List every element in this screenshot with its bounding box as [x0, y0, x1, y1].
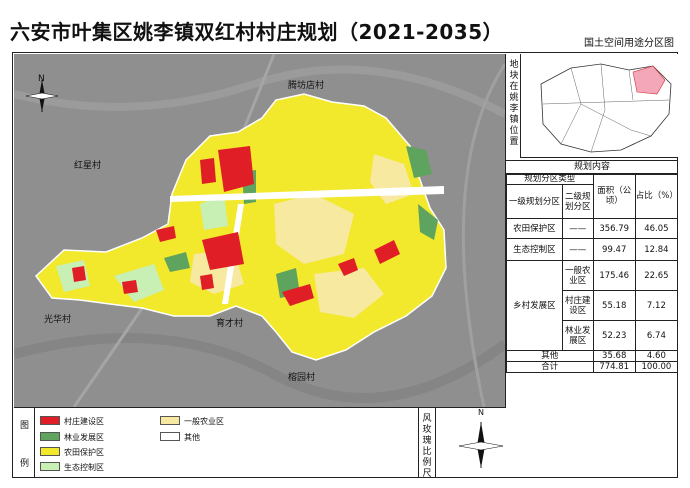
- legend-label-bottom: 例: [20, 459, 30, 469]
- legend-swatch-general-ag: [160, 416, 180, 425]
- village-label-tengfangdian: 腾坊店村: [288, 81, 325, 91]
- wind-rose-panel: 风玫瑰比例尺 N: [418, 408, 679, 479]
- col-level2: 二级规划分区: [561, 184, 594, 219]
- rose-label: 风玫瑰比例尺: [422, 414, 432, 479]
- village-label-yucai: 育才村: [216, 319, 244, 329]
- page-title: 六安市叶集区姚李镇双红村村庄规划（2021-2035）: [10, 20, 504, 44]
- legend-swatch-forestry: [40, 432, 60, 441]
- col-area: 面积（公顷）: [592, 173, 636, 219]
- village-label-guanghua: 光华村: [44, 315, 72, 325]
- legend-swatch-other: [160, 432, 180, 441]
- village-label-rongyuan: 榕园村: [288, 373, 316, 383]
- legend-swatch-village: [40, 416, 60, 425]
- table-row: 生态控制区 —— 99.47 12.84: [506, 238, 679, 261]
- locator-map[interactable]: [520, 54, 678, 158]
- map-subtitle: 国土空间用途分区图: [584, 38, 674, 49]
- map-svg: [14, 54, 505, 407]
- map-north-letter: N: [38, 74, 45, 84]
- table-row: 乡村发展区 一般农业区 175.46 22.65: [506, 260, 679, 351]
- legend-text-other: 其他: [184, 433, 200, 442]
- legend-text-farmland: 农田保护区: [64, 448, 104, 457]
- legend-label-top: 图: [20, 421, 30, 431]
- locator-label: 地块在姚李镇位置: [509, 60, 519, 147]
- table-row: 合计 774.81 100.00: [506, 361, 679, 373]
- group-header: 规划分区类型: [506, 173, 594, 185]
- col-pct: 占比（%）: [634, 173, 679, 219]
- table-row: 农田保护区 —— 356.79 46.05: [506, 218, 679, 239]
- legend-text-forestry: 林业发展区: [64, 433, 104, 442]
- legend-swatch-farmland: [40, 447, 60, 456]
- wind-rose-icon: [458, 422, 504, 468]
- legend-swatch-ecological: [40, 462, 60, 471]
- table-row: 其他 35.68 4.60: [506, 350, 679, 362]
- legend-text-ecological: 生态控制区: [64, 463, 104, 472]
- locator-svg: [540, 63, 672, 153]
- village-label-hongxing: 红星村: [74, 161, 102, 171]
- plan-table: 规划分区类型 面积（公顷） 占比（%） 一级规划分区 二级规划分区 农田保护区 …: [506, 173, 679, 373]
- rose-north-letter: N: [478, 408, 484, 417]
- legend-text-village: 村庄建设区: [64, 417, 104, 426]
- legend-text-general-ag: 一般农业区: [184, 417, 224, 426]
- col-level1: 一级规划分区: [506, 184, 563, 219]
- land-use-map[interactable]: N 腾坊店村 红星村 光华村 育才村 榕园村: [14, 54, 506, 408]
